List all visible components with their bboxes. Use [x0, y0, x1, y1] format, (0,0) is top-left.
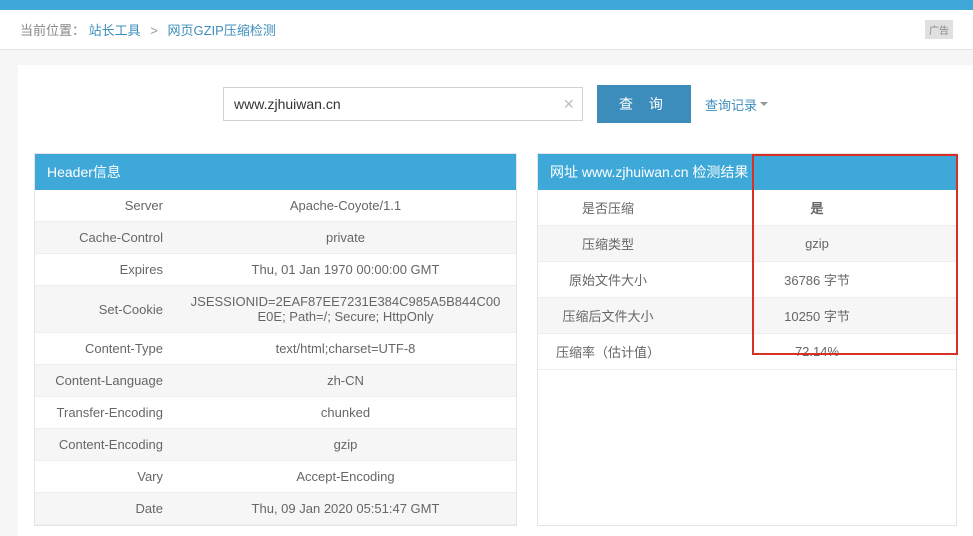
header-info-title: Header信息: [35, 154, 516, 190]
header-value: zh-CN: [175, 365, 516, 397]
header-key: Date: [35, 493, 175, 525]
breadcrumb-link-tools[interactable]: 站长工具: [89, 23, 141, 38]
query-button[interactable]: 查 询: [597, 85, 691, 123]
clear-icon[interactable]: ×: [556, 94, 583, 115]
table-row: 压缩类型gzip: [538, 226, 956, 262]
header-key: Set-Cookie: [35, 286, 175, 333]
top-bar: [0, 0, 973, 10]
header-key: Vary: [35, 461, 175, 493]
result-key: 原始文件大小: [538, 262, 678, 298]
header-value: text/html;charset=UTF-8: [175, 333, 516, 365]
header-key: Content-Language: [35, 365, 175, 397]
history-label: 查询记录: [705, 95, 757, 114]
breadcrumb-sep: >: [150, 23, 158, 38]
header-key: Cache-Control: [35, 222, 175, 254]
table-row: Content-Typetext/html;charset=UTF-8: [35, 333, 516, 365]
table-row: ExpiresThu, 01 Jan 1970 00:00:00 GMT: [35, 254, 516, 286]
table-row: Content-Encodinggzip: [35, 429, 516, 461]
header-key: Expires: [35, 254, 175, 286]
header-value: Thu, 09 Jan 2020 05:51:47 GMT: [175, 493, 516, 525]
header-value: chunked: [175, 397, 516, 429]
header-value: Apache-Coyote/1.1: [175, 190, 516, 222]
result-key: 压缩后文件大小: [538, 298, 678, 334]
table-row: 压缩后文件大小10250 字节: [538, 298, 956, 334]
table-row: Content-Languagezh-CN: [35, 365, 516, 397]
header-value: private: [175, 222, 516, 254]
result-title: 网址 www.zjhuiwan.cn 检测结果: [538, 154, 956, 190]
result-key: 是否压缩: [538, 190, 678, 226]
result-panel: 网址 www.zjhuiwan.cn 检测结果 是否压缩是压缩类型gzip原始文…: [537, 153, 957, 526]
breadcrumb-prefix: 当前位置：: [20, 23, 85, 38]
table-row: ServerApache-Coyote/1.1: [35, 190, 516, 222]
result-key: 压缩率（估计值）: [538, 334, 678, 370]
breadcrumb: 当前位置： 站长工具 > 网页GZIP压缩检测 广告: [0, 10, 973, 50]
table-row: Transfer-Encodingchunked: [35, 397, 516, 429]
header-value: Accept-Encoding: [175, 461, 516, 493]
table-row: VaryAccept-Encoding: [35, 461, 516, 493]
search-box: ×: [223, 87, 583, 121]
url-input[interactable]: [224, 88, 555, 120]
header-table: ServerApache-Coyote/1.1Cache-Controlpriv…: [35, 190, 516, 525]
header-value: JSESSIONID=2EAF87EE7231E384C985A5B844C00…: [175, 286, 516, 333]
table-row: Cache-Controlprivate: [35, 222, 516, 254]
header-key: Content-Type: [35, 333, 175, 365]
result-key: 压缩类型: [538, 226, 678, 262]
header-key: Transfer-Encoding: [35, 397, 175, 429]
result-value: 10250 字节: [678, 298, 956, 334]
result-value: 72.14%: [678, 334, 956, 370]
header-value: gzip: [175, 429, 516, 461]
table-row: 压缩率（估计值）72.14%: [538, 334, 956, 370]
result-value: 36786 字节: [678, 262, 956, 298]
search-row: × 查 询 查询记录: [18, 85, 973, 123]
header-value: Thu, 01 Jan 1970 00:00:00 GMT: [175, 254, 516, 286]
result-value: gzip: [678, 226, 956, 262]
result-value: 是: [678, 190, 956, 226]
table-row: 原始文件大小36786 字节: [538, 262, 956, 298]
header-info-panel: Header信息 ServerApache-Coyote/1.1Cache-Co…: [34, 153, 517, 526]
header-key: Server: [35, 190, 175, 222]
table-row: Set-CookieJSESSIONID=2EAF87EE7231E384C98…: [35, 286, 516, 333]
table-row: 是否压缩是: [538, 190, 956, 226]
chevron-down-icon: [760, 102, 768, 106]
history-dropdown[interactable]: 查询记录: [705, 95, 768, 114]
ad-badge: 广告: [925, 20, 953, 39]
header-key: Content-Encoding: [35, 429, 175, 461]
table-row: DateThu, 09 Jan 2020 05:51:47 GMT: [35, 493, 516, 525]
result-table: 是否压缩是压缩类型gzip原始文件大小36786 字节压缩后文件大小10250 …: [538, 190, 956, 370]
content-wrap: × 查 询 查询记录 Header信息 ServerApache-Coyote/…: [0, 50, 973, 536]
breadcrumb-link-gzip[interactable]: 网页GZIP压缩检测: [168, 23, 276, 38]
